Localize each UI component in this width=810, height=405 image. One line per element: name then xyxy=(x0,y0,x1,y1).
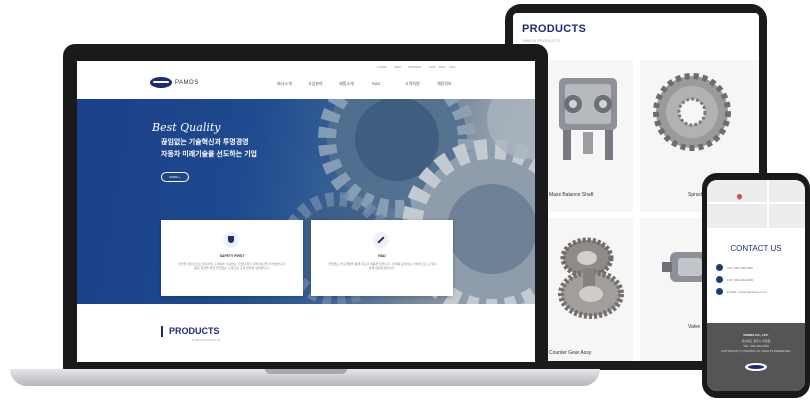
nav-item-support[interactable]: 고객지원 xyxy=(405,81,420,87)
mass-balance-shaft-image xyxy=(559,78,617,160)
product-label: Valve xyxy=(688,324,701,330)
contact-tel[interactable]: TEL. 000-000-0000 xyxy=(727,266,753,270)
sprocket-image xyxy=(653,73,731,151)
mail-icon xyxy=(716,288,723,295)
contact-fax[interactable]: FAX. 000-000-0000 xyxy=(727,278,753,282)
util-link-kor[interactable]: KOR xyxy=(429,65,436,69)
fax-icon xyxy=(716,276,723,283)
product-label: Mass Balance Shaft xyxy=(549,192,594,198)
contact-title: CONTACT US xyxy=(730,244,782,253)
footer-line: TEL. 000-000-0000 xyxy=(743,344,769,348)
footer-line: PAMOS CO., LTD. xyxy=(743,333,769,337)
map-pin-icon xyxy=(735,192,744,201)
feature-body: 안전을 최우선으로 생각하며 고객에게 신뢰받는 기업이 되기 위해 최선을 다… xyxy=(178,262,286,270)
hero-headline-2: 자동차 미래기술을 선도하는 기업 xyxy=(161,151,257,158)
shield-icon xyxy=(223,232,239,248)
laptop-notch xyxy=(265,369,347,374)
footer-logo xyxy=(745,363,767,371)
tablet-products-subtitle: PAMOS PRODUCTS xyxy=(522,38,560,43)
brand-logo[interactable] xyxy=(150,77,172,88)
product-card-mass-balance-shaft[interactable]: Mass Balance Shaft xyxy=(545,60,633,212)
laptop-screen: PAMOS LOGIN JOIN SITEMAP KOR ENG CHN 회사소… xyxy=(77,61,535,362)
wrench-icon xyxy=(373,232,389,248)
products-subheading: PAMOS PRODUCTS xyxy=(192,338,221,342)
nav-item-company[interactable]: 회사소개 xyxy=(277,81,292,87)
counter-gear-image xyxy=(558,237,624,319)
map-view[interactable] xyxy=(707,180,805,228)
feature-card-rnd[interactable]: R&D 끊임없는 연구개발을 통해 최고의 제품을 만듭니다. 미래를 준비하는… xyxy=(311,220,453,296)
util-link-chn[interactable]: CHN xyxy=(449,65,456,69)
hero-banner: Best Quality 끊임없는 기술혁신과 투명경영 자동차 미래기술을 선… xyxy=(77,99,535,304)
product-label: Counter Gear Assy xyxy=(549,350,592,356)
product-card-counter-gear-assy[interactable]: Counter Gear Assy xyxy=(545,218,633,361)
phone-icon xyxy=(716,264,723,271)
feature-card-safety[interactable]: SAFETY FIRST 안전을 최우선으로 생각하며 고객에게 신뢰받는 기업… xyxy=(161,220,303,296)
util-link-eng[interactable]: ENG xyxy=(439,65,446,69)
feature-title: R&D xyxy=(378,254,386,258)
tablet-products-title: PRODUCTS xyxy=(522,23,587,35)
feature-title: SAFETY FIRST xyxy=(219,254,245,258)
util-link-join[interactable]: JOIN xyxy=(394,65,401,69)
feature-body: 끊임없는 연구개발을 통해 최고의 제품을 만듭니다. 미래를 준비하는 기술력… xyxy=(328,262,436,270)
hero-script-text: Best Quality xyxy=(152,121,221,134)
products-heading: PRODUCTS xyxy=(169,326,220,336)
nav-item-rnd[interactable]: R&D xyxy=(372,81,380,86)
phone-footer: PAMOS CO., LTD. 경상북도 경주시 외동읍 TEL. 000-00… xyxy=(707,323,805,391)
phone-screen: CONTACT US TEL. 000-000-0000 FAX. 000-00… xyxy=(707,180,805,391)
footer-line: 경상북도 경주시 외동읍 xyxy=(741,339,771,343)
hero-more-button[interactable]: MORE + xyxy=(161,172,189,182)
util-link-login[interactable]: LOGIN xyxy=(377,65,386,69)
hero-headline-1: 끊임없는 기술혁신과 투명경영 xyxy=(161,139,249,146)
util-link-sitemap[interactable]: SITEMAP xyxy=(408,65,421,69)
footer-line: COPYRIGHT (C) PAMOS ALL RIGHTS RESERVED. xyxy=(720,349,792,353)
nav-item-business[interactable]: 사업분야 xyxy=(308,81,323,87)
products-heading-bar xyxy=(161,326,163,337)
nav-item-careers[interactable]: 채용정보 xyxy=(437,81,452,87)
nav-item-products[interactable]: 제품소개 xyxy=(339,81,354,87)
contact-email[interactable]: E-MAIL. pamos@pamos.co.kr xyxy=(727,290,767,294)
brand-name: PAMOS xyxy=(175,80,199,86)
